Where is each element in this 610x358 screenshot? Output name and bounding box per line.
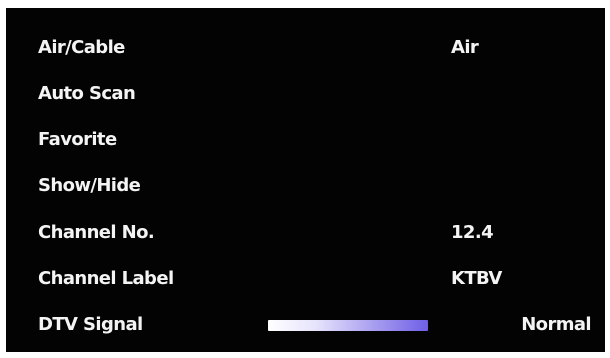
air-cable-label: Air/Cable [38,37,125,58]
channel-no-label: Channel No. [38,222,155,243]
dtv-signal-label: DTV Signal [38,314,143,335]
menu-item-favorite[interactable]: Favorite [6,125,605,155]
menu-item-channel-label[interactable]: Channel Label KTBV [6,264,605,294]
signal-strength-bar [268,320,428,331]
dtv-signal-value: Normal [521,314,591,335]
show-hide-label: Show/Hide [38,175,141,196]
channel-no-value: 12.4 [451,222,494,243]
menu-item-dtv-signal: DTV Signal Normal [6,310,605,340]
channel-settings-screen: Air/Cable Air Auto Scan Favorite Show/Hi… [6,8,605,352]
menu-item-auto-scan[interactable]: Auto Scan [6,79,605,109]
channel-label-value: KTBV [451,268,502,289]
auto-scan-label: Auto Scan [38,83,136,104]
menu-item-show-hide[interactable]: Show/Hide [6,171,605,201]
signal-strength-fill [268,320,428,331]
channel-label-label: Channel Label [38,268,174,289]
menu-item-channel-no[interactable]: Channel No. 12.4 [6,218,605,248]
air-cable-value: Air [451,37,479,58]
menu-item-air-cable[interactable]: Air/Cable Air [6,33,605,63]
favorite-label: Favorite [38,129,117,150]
